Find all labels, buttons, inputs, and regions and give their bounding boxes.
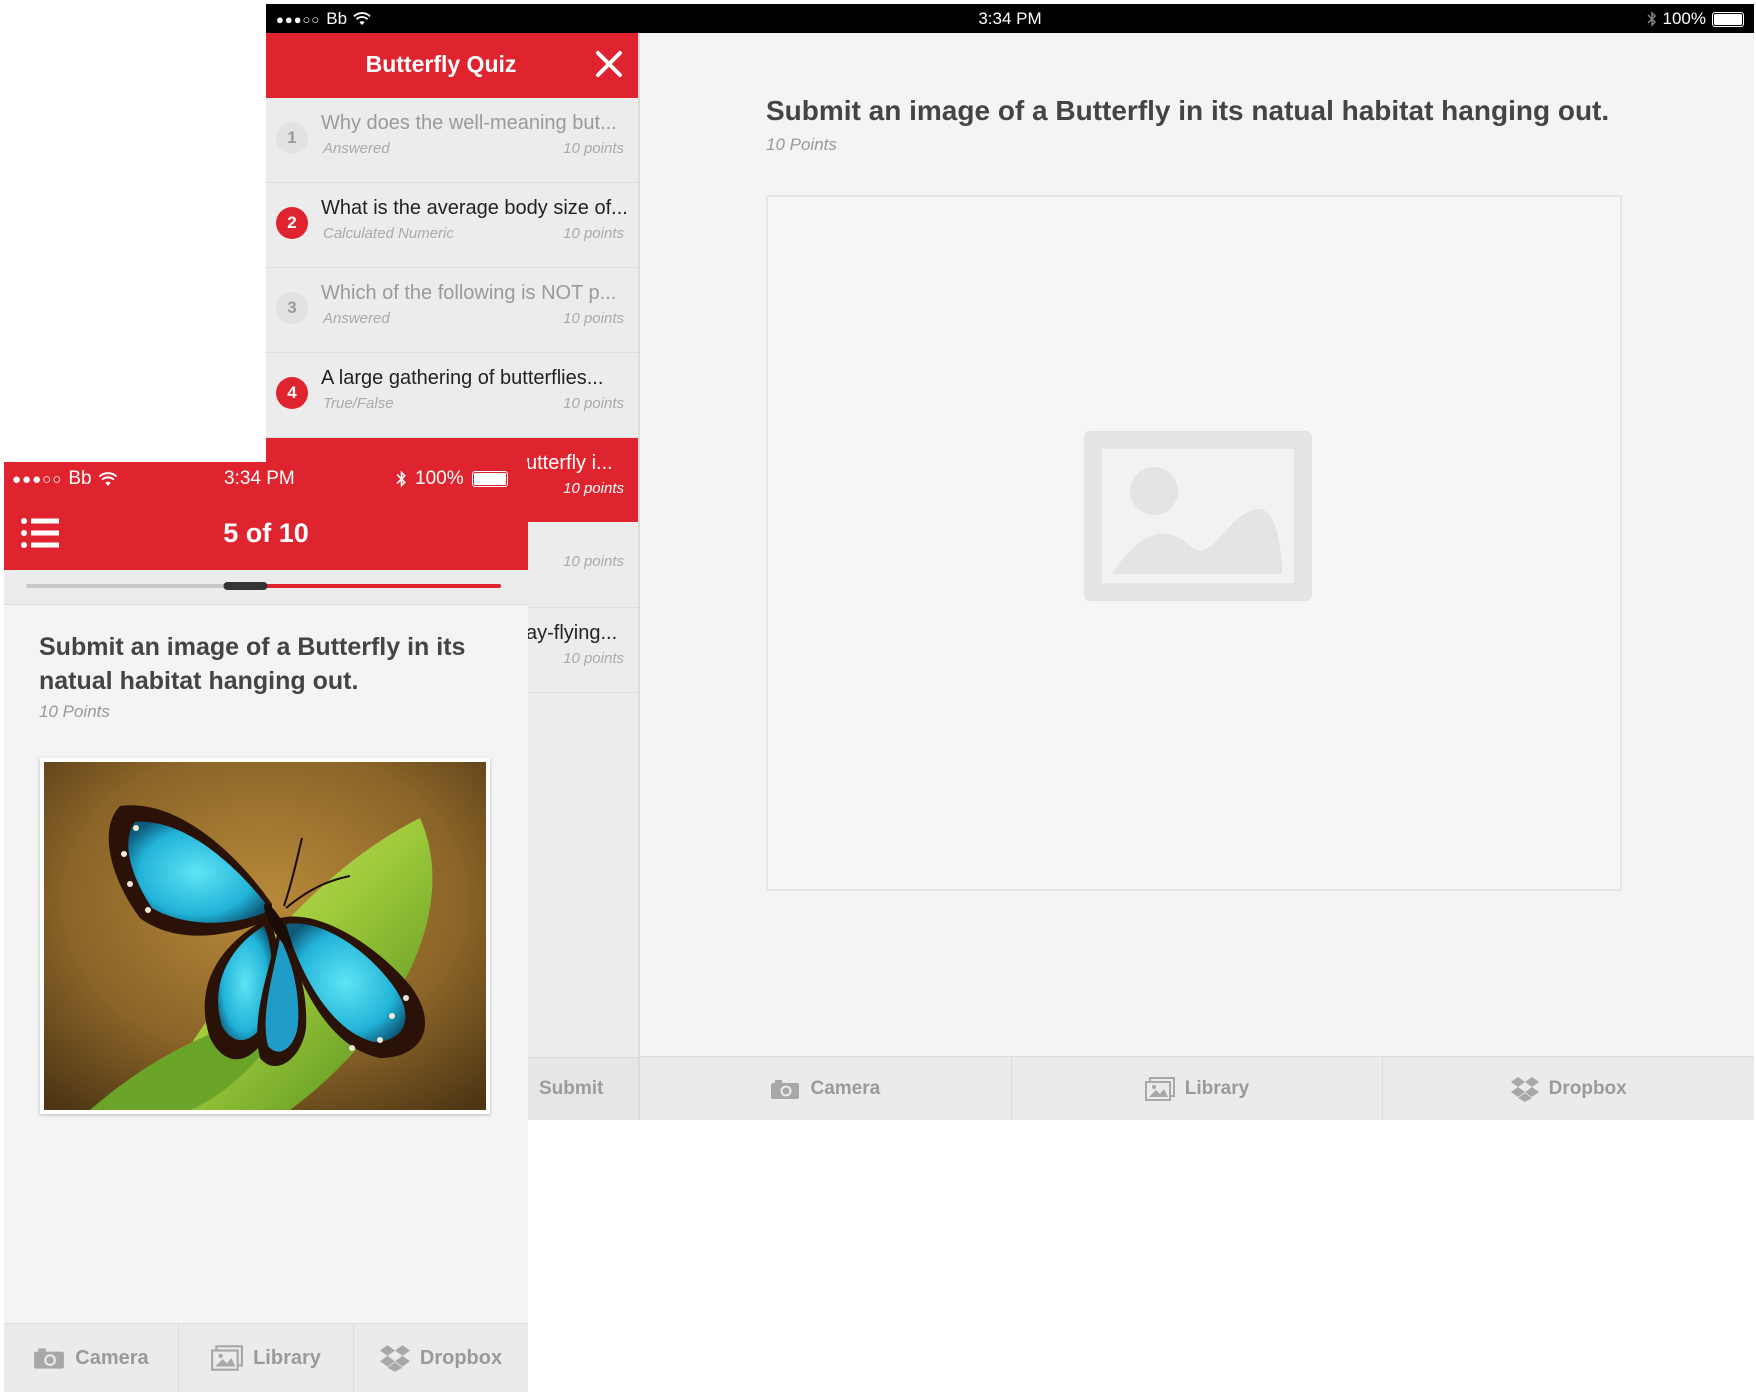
- wifi-icon: [98, 471, 117, 486]
- question-item-2[interactable]: 2 What is the average body size of... Ca…: [266, 183, 638, 268]
- camera-button[interactable]: Camera: [4, 1324, 179, 1392]
- carrier-name: Bb: [68, 468, 92, 489]
- question-points: 10 points: [563, 480, 624, 497]
- question-title: What is the average body size of...: [321, 197, 628, 219]
- question-points: 10 points: [563, 395, 624, 412]
- question-number-badge: 2: [276, 207, 308, 239]
- sidebar-header: Butterfly Quiz: [266, 33, 638, 98]
- tablet-status-bar: ●●●○○ Bb 3:34 PM 100%: [266, 4, 1754, 33]
- quiz-progress-bar: [4, 570, 528, 605]
- butterfly-photo[interactable]: [40, 758, 490, 1114]
- phone-status-bar: ●●●○○ Bb 3:34 PM 100%: [4, 462, 528, 492]
- question-type: Answered: [323, 310, 390, 327]
- dropbox-icon: [379, 1345, 410, 1372]
- submit-button[interactable]: Submit: [539, 1078, 603, 1100]
- question-title: utterfly i...: [526, 452, 613, 474]
- question-type: Calculated Numeric: [323, 225, 454, 242]
- question-points-label: 10 Points: [766, 135, 837, 154]
- camera-icon: [771, 1079, 800, 1099]
- battery-percent: 100%: [415, 468, 464, 489]
- library-icon: [1144, 1076, 1175, 1101]
- library-button[interactable]: Library: [1012, 1057, 1384, 1120]
- question-item-1[interactable]: 1 Why does the well-meaning but... Answe…: [266, 98, 638, 183]
- progress-fill: [263, 584, 501, 588]
- question-detail: Submit an image of a Butterfly in its na…: [640, 33, 1754, 1120]
- battery-icon: [1712, 11, 1744, 27]
- question-number-badge: 1: [276, 122, 308, 154]
- question-points: 10 points: [563, 140, 624, 157]
- question-points-label: 10 Points: [39, 702, 110, 721]
- camera-label: Camera: [75, 1346, 149, 1369]
- question-points: 10 points: [563, 650, 624, 667]
- question-type: True/False: [323, 395, 394, 412]
- question-counter: 5 of 10: [223, 518, 309, 548]
- image-drop-area[interactable]: [766, 195, 1622, 891]
- question-points: 10 points: [563, 310, 624, 327]
- status-time: 3:34 PM: [978, 9, 1042, 28]
- question-number-badge: 4: [276, 377, 308, 409]
- question-points: 10 points: [563, 553, 624, 570]
- camera-label: Camera: [810, 1077, 881, 1099]
- question-heading: Submit an image of a Butterfly in its na…: [39, 633, 466, 695]
- bluetooth-icon: [396, 470, 406, 488]
- dropbox-icon: [1510, 1076, 1539, 1102]
- phone-screen: ●●●○○ Bb 3:34 PM 100% 5 of 10 Submit an …: [4, 462, 528, 1392]
- signal-dots-icon: ●●●○○: [12, 470, 63, 488]
- question-title: Why does the well-meaning but...: [321, 112, 617, 134]
- question-heading: Submit an image of a Butterfly in its na…: [766, 95, 1610, 126]
- library-label: Library: [1184, 1077, 1250, 1099]
- question-item-4[interactable]: 4 A large gathering of butterflies... Tr…: [266, 353, 638, 438]
- battery-icon: [471, 471, 508, 487]
- library-label: Library: [253, 1346, 321, 1369]
- butterfly-image: [44, 762, 486, 1110]
- dropbox-button[interactable]: Dropbox: [354, 1324, 528, 1392]
- question-type: Answered: [323, 140, 390, 157]
- progress-track: [26, 582, 501, 590]
- dropbox-label: Dropbox: [1548, 1077, 1627, 1099]
- question-title: ay-flying...: [526, 622, 618, 644]
- upload-toolbar: Camera Library Dropbox: [4, 1323, 528, 1392]
- question-title: Which of the following is NOT p...: [321, 282, 617, 304]
- battery-percent: 100%: [1662, 9, 1706, 28]
- camera-button[interactable]: Camera: [640, 1057, 1012, 1120]
- library-icon: [211, 1345, 244, 1371]
- status-time: 3:34 PM: [224, 468, 295, 489]
- question-item-3[interactable]: 3 Which of the following is NOT p... Ans…: [266, 268, 638, 353]
- close-icon[interactable]: [592, 47, 626, 81]
- phone-header: ●●●○○ Bb 3:34 PM 100% 5 of 10: [4, 462, 528, 570]
- quiz-title: Butterfly Quiz: [365, 51, 517, 77]
- library-button[interactable]: Library: [179, 1324, 354, 1392]
- camera-icon: [34, 1348, 65, 1369]
- dropbox-button[interactable]: Dropbox: [1383, 1057, 1754, 1120]
- image-placeholder-icon: [1084, 431, 1312, 601]
- question-number-badge: 3: [276, 292, 308, 324]
- bluetooth-icon: [1647, 11, 1656, 27]
- dropbox-label: Dropbox: [419, 1346, 503, 1369]
- upload-toolbar: Camera Library Dropbox: [640, 1056, 1754, 1120]
- question-points: 10 points: [563, 225, 624, 242]
- progress-thumb: [223, 582, 268, 590]
- question-title: A large gathering of butterflies...: [321, 367, 604, 389]
